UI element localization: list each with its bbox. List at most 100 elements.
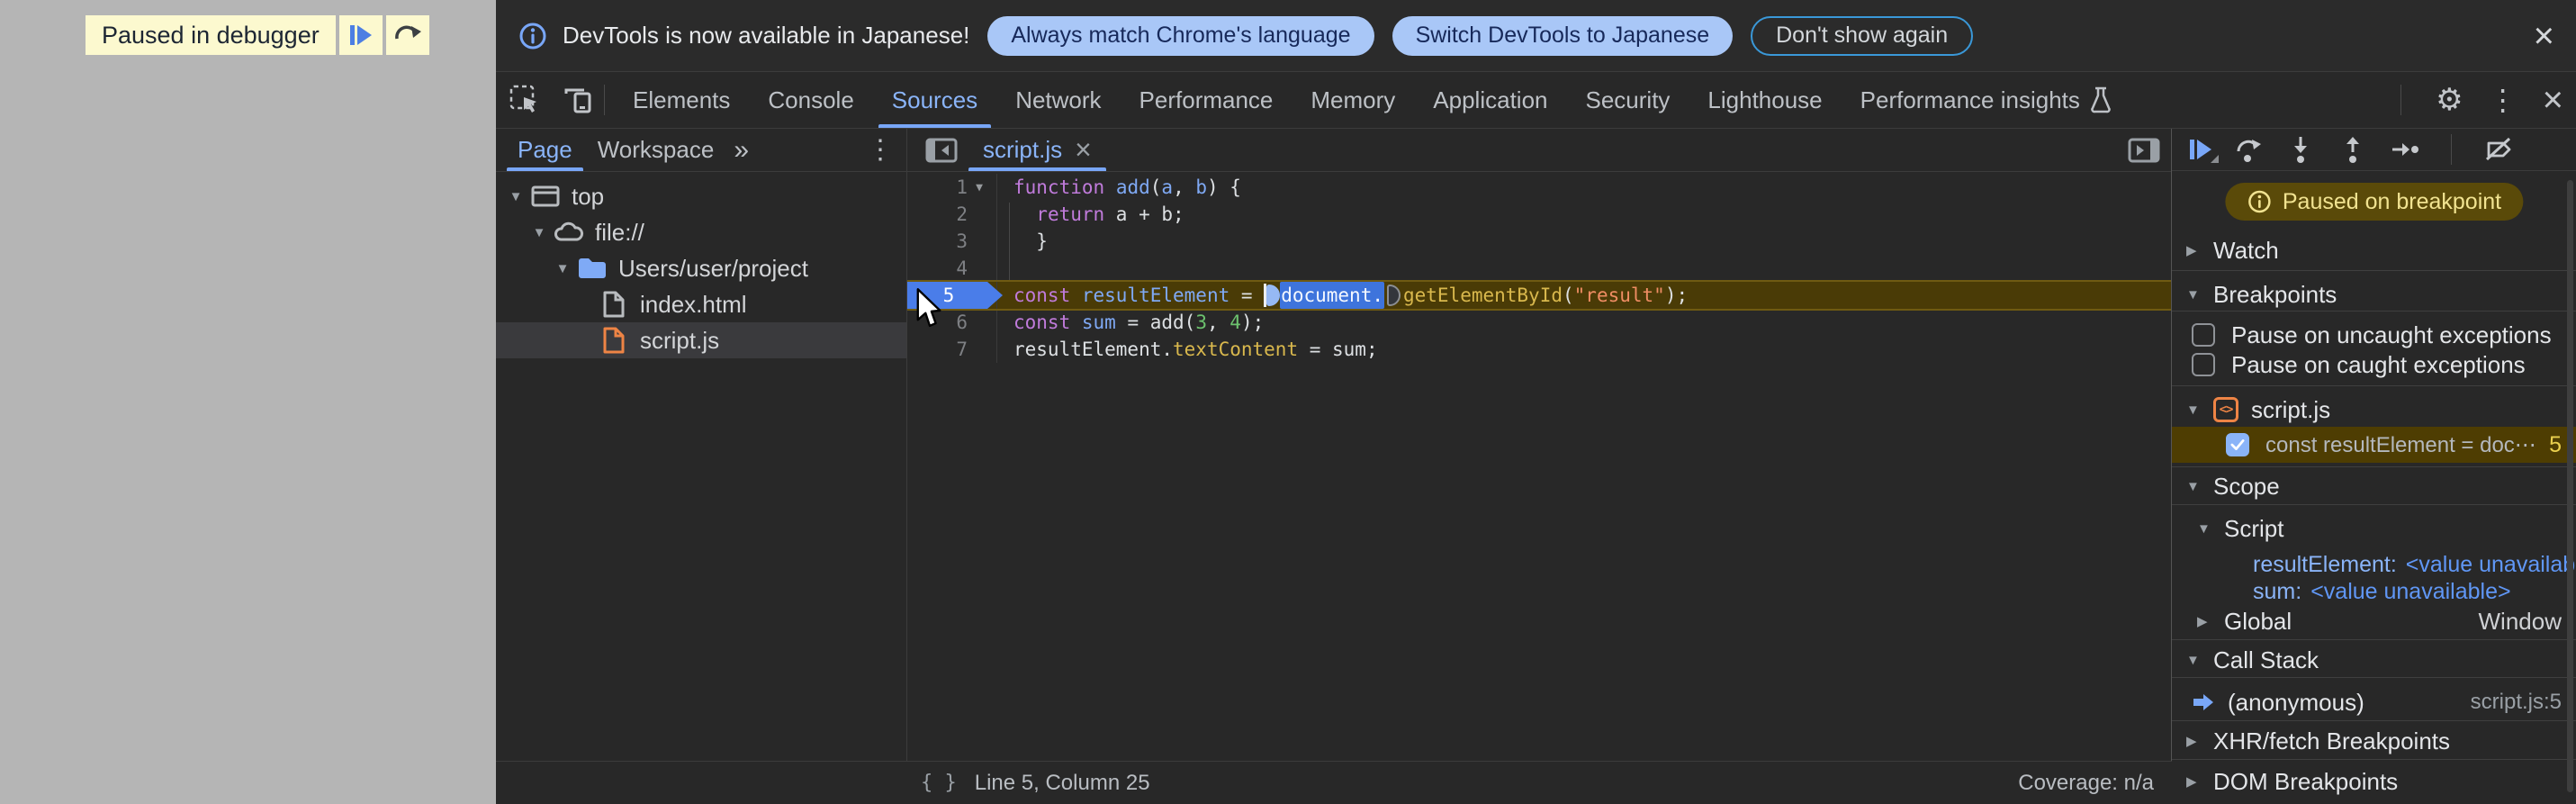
inline-breakpoint-marker-icon[interactable]	[1266, 285, 1281, 306]
tree-item-index-html[interactable]: index.html	[496, 286, 906, 322]
tab-performance[interactable]: Performance	[1121, 72, 1293, 128]
inspect-element-icon[interactable]	[509, 84, 541, 116]
section-xhr-breakpoints[interactable]: ▶ XHR/fetch Breakpoints	[2172, 723, 2576, 759]
chevron-right-icon[interactable]: ▶	[2197, 613, 2224, 629]
fold-arrow-icon[interactable]: ▼	[968, 181, 991, 194]
match-chrome-language-button[interactable]: Always match Chrome's language	[987, 15, 1374, 56]
cloud-icon	[552, 221, 586, 244]
tree-item-project-folder[interactable]: ▼ Users/user/project	[496, 250, 906, 286]
tab-performance-insights[interactable]: Performance insights	[1842, 72, 2131, 128]
editor-status-bar: { } Line 5, Column 25 Coverage: n/a	[496, 761, 2172, 804]
section-scope[interactable]: ▼ Scope	[2172, 468, 2576, 504]
section-watch[interactable]: ▶ Watch	[2172, 232, 2576, 268]
overlay-resume-button[interactable]	[338, 15, 383, 55]
tab-elements[interactable]: Elements	[614, 72, 749, 128]
code-line-5[interactable]: 55const resultElement = document.getElem…	[907, 282, 2171, 309]
hide-debugger-sidebar-icon[interactable]	[2117, 129, 2171, 171]
chevron-down-icon[interactable]: ▼	[527, 225, 552, 240]
cursor-position-label: Line 5, Column 25	[974, 770, 1150, 795]
tab-close-icon[interactable]: ×	[1075, 133, 1092, 167]
paused-line-marker: 5	[907, 282, 1003, 309]
checkbox-unchecked[interactable]	[2192, 353, 2215, 376]
chevron-down-icon[interactable]: ▼	[503, 189, 528, 204]
code-line-4[interactable]: 4	[907, 255, 2171, 282]
section-dom-breakpoints[interactable]: ▶ DOM Breakpoints	[2172, 763, 2576, 799]
chevron-down-icon[interactable]: ▼	[2186, 479, 2213, 494]
tab-page[interactable]: Page	[505, 129, 585, 171]
editor-tab-script-js[interactable]: script.js ×	[967, 129, 1108, 171]
inline-breakpoint-marker-icon[interactable]	[1386, 285, 1401, 306]
code-line-3[interactable]: 3 }	[907, 228, 2171, 255]
hide-navigator-icon[interactable]	[916, 129, 967, 171]
tab-console[interactable]: Console	[749, 72, 872, 128]
divider	[604, 85, 605, 115]
indent-guide	[1009, 203, 1010, 282]
step-out-button[interactable]	[2337, 134, 2368, 165]
scope-script-group[interactable]: ▼ Script	[2172, 510, 2576, 547]
more-tabs-chevron-icon[interactable]: »	[726, 129, 756, 171]
device-toolbar-icon[interactable]	[561, 85, 595, 115]
tab-memory[interactable]: Memory	[1292, 72, 1414, 128]
checkbox-checked[interactable]	[2226, 433, 2249, 456]
resume-script-button[interactable]	[2190, 140, 2219, 163]
step-over-button[interactable]	[2233, 134, 2264, 165]
chevron-down-icon[interactable]: ▼	[2186, 287, 2213, 303]
switch-devtools-japanese-button[interactable]: Switch DevTools to Japanese	[1392, 15, 1734, 56]
gutter-line-1[interactable]: 1 ▼	[907, 174, 997, 201]
scope-global-group[interactable]: ▶ Global Window	[2172, 603, 2576, 639]
divider	[2172, 759, 2576, 760]
code-line-2[interactable]: 2 return a + b;	[907, 201, 2171, 228]
gutter-line-6[interactable]: 6	[907, 309, 997, 336]
chevron-right-icon[interactable]: ▶	[2186, 773, 2213, 790]
tab-network[interactable]: Network	[996, 72, 1120, 128]
code-editor[interactable]: 1 ▼ function add(a, b) {2 return a + b; 3 }…	[907, 172, 2171, 363]
checkbox-unchecked[interactable]	[2192, 323, 2215, 347]
overlay-step-over-button[interactable]	[385, 15, 429, 55]
file-icon	[597, 291, 631, 318]
navigator-more-options-icon[interactable]: ⋮	[854, 129, 906, 171]
sidebar-scrollbar[interactable]	[2567, 180, 2573, 792]
call-stack-frame-row[interactable]: (anonymous) script.js:5	[2172, 684, 2576, 720]
breakpoint-entry-row[interactable]: const resultElement = doc⋯ 5	[2172, 427, 2576, 463]
chevron-right-icon[interactable]: ▶	[2186, 733, 2213, 749]
section-breakpoints[interactable]: ▼ Breakpoints	[2172, 276, 2576, 312]
tab-workspace[interactable]: Workspace	[585, 129, 727, 171]
code-line-7[interactable]: 7 resultElement. textContent = sum;	[907, 336, 2171, 363]
gutter-line-2[interactable]: 2	[907, 201, 997, 228]
section-call-stack[interactable]: ▼ Call Stack	[2172, 642, 2576, 678]
paused-on-breakpoint-badge: Paused on breakpoint	[2224, 183, 2524, 221]
gutter-line-7[interactable]: 7	[907, 336, 997, 363]
panel-tabs: Elements Console Sources Network Performance…	[614, 72, 2131, 128]
gutter-line-5[interactable]: 55	[907, 282, 1003, 309]
chevron-right-icon[interactable]: ▶	[2186, 242, 2213, 258]
step-into-button[interactable]	[2285, 134, 2316, 165]
tree-item-file-protocol[interactable]: ▼ file://	[496, 214, 906, 250]
tree-item-top[interactable]: ▼ top	[496, 178, 906, 214]
tree-item-script-js[interactable]: script.js	[496, 322, 906, 358]
divider	[2172, 311, 2576, 312]
tab-sources[interactable]: Sources	[873, 72, 996, 128]
code-line-6[interactable]: 6 const sum = add(3, 4);	[907, 309, 2171, 336]
script-file-icon	[597, 327, 631, 354]
step-button[interactable]	[2390, 134, 2420, 165]
code-line-1[interactable]: 1 ▼ function add(a, b) {	[907, 174, 2171, 201]
tab-lighthouse[interactable]: Lighthouse	[1689, 72, 1841, 128]
chevron-down-icon[interactable]: ▼	[550, 261, 575, 276]
chevron-down-icon[interactable]: ▼	[2197, 521, 2224, 537]
coverage-label: Coverage: n/a	[2018, 770, 2154, 795]
dont-show-again-button[interactable]: Don't show again	[1751, 15, 1974, 56]
devtools-close-icon[interactable]: ×	[2543, 82, 2563, 118]
gutter-line-3[interactable]: 3	[907, 228, 997, 255]
tab-security[interactable]: Security	[1567, 72, 1689, 128]
deactivate-breakpoints-button[interactable]	[2482, 134, 2515, 165]
infobar-message: DevTools is now available in Japanese!	[563, 22, 970, 49]
gutter-line-4[interactable]: 4	[907, 255, 997, 282]
tab-application[interactable]: Application	[1414, 72, 1566, 128]
more-options-icon[interactable]: ⋮	[2489, 86, 2517, 114]
chevron-down-icon[interactable]: ▼	[2186, 402, 2213, 418]
infobar-close-icon[interactable]: ×	[2534, 18, 2554, 54]
chevron-down-icon[interactable]: ▼	[2186, 653, 2213, 668]
breakpoint-file-group[interactable]: ▼ <> script.js	[2172, 392, 2576, 428]
settings-gear-icon[interactable]: ⚙	[2436, 85, 2463, 115]
pause-caught-exceptions-row[interactable]: Pause on caught exceptions	[2172, 347, 2576, 383]
